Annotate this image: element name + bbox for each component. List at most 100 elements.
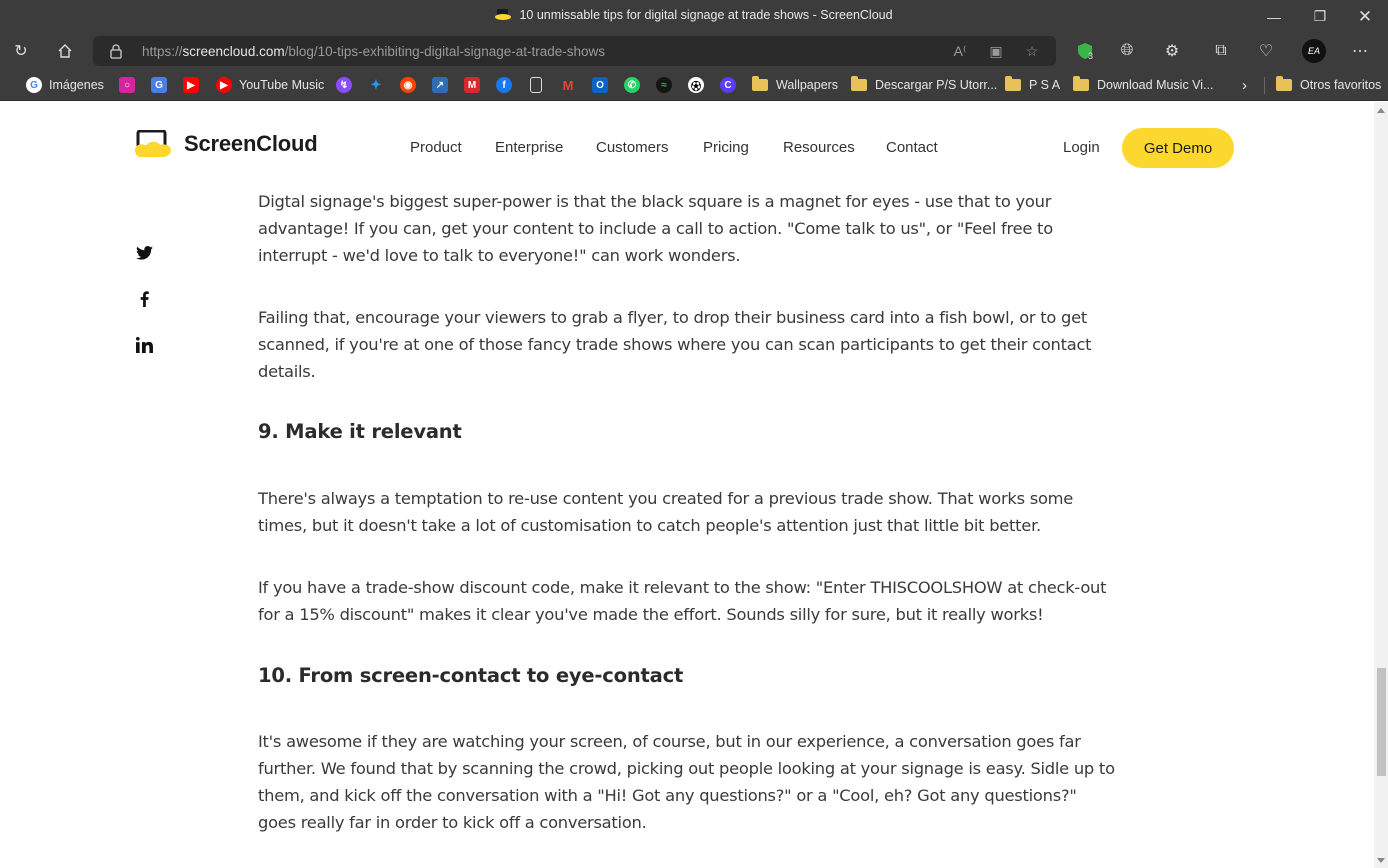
more-menu-icon[interactable]: ⋯ bbox=[1348, 39, 1372, 63]
scrollbar-thumb[interactable] bbox=[1377, 668, 1386, 776]
read-aloud-icon[interactable]: A⁽ bbox=[950, 41, 970, 61]
minimize-button[interactable]: — bbox=[1251, 0, 1297, 33]
nav-customers[interactable]: Customers bbox=[596, 139, 669, 156]
bookmark-label: Otros favoritos bbox=[1300, 78, 1382, 92]
scroll-down-arrow-icon[interactable] bbox=[1377, 858, 1385, 863]
whatsapp-icon: ✆ bbox=[624, 77, 640, 93]
extensions-icon[interactable]: ⚙ bbox=[1160, 39, 1184, 63]
nav-resources[interactable]: Resources bbox=[783, 139, 855, 156]
article-paragraph: If you have a trade-show discount code, … bbox=[258, 578, 1107, 624]
bookmark-instagram[interactable]: ○ bbox=[119, 76, 142, 94]
scroll-up-arrow-icon[interactable] bbox=[1377, 108, 1385, 113]
bookmark-reddit[interactable]: ◉ bbox=[400, 76, 423, 94]
bookmark-label: YouTube Music bbox=[239, 78, 325, 92]
screencloud-favicon-icon bbox=[495, 9, 512, 20]
facebook-share-icon[interactable] bbox=[134, 289, 154, 309]
section-heading-9: 9. Make it relevant bbox=[258, 420, 462, 443]
extension-badge: 3 bbox=[1088, 51, 1094, 61]
bookmark-messenger[interactable]: ↯ bbox=[336, 76, 359, 94]
collections-icon[interactable]: ⧉ bbox=[1209, 39, 1233, 63]
app-icon: ↗ bbox=[432, 77, 448, 93]
spotify-icon: ≈ bbox=[656, 77, 672, 93]
twitter-share-icon[interactable] bbox=[134, 243, 154, 263]
folder-icon bbox=[851, 76, 867, 91]
login-link[interactable]: Login bbox=[1063, 139, 1100, 156]
url-text[interactable]: https://screencloud.com/blog/10-tips-exh… bbox=[142, 44, 605, 59]
folder-icon bbox=[1073, 76, 1089, 91]
shield-extension-icon[interactable]: 3 bbox=[1073, 39, 1097, 63]
messenger-icon: ↯ bbox=[336, 77, 352, 93]
bookmark-label: P S A bbox=[1029, 78, 1061, 92]
bookmark-outlook[interactable]: O bbox=[592, 76, 615, 94]
window-title-container: 10 unmissable tips for digital signage a… bbox=[0, 8, 1388, 22]
immersive-reader-icon[interactable]: ▣ bbox=[986, 41, 1006, 61]
bookmark-whatsapp[interactable]: ✆ bbox=[624, 76, 647, 94]
close-window-button[interactable]: ✕ bbox=[1342, 0, 1388, 33]
bookmark-twitter[interactable]: ✦ bbox=[368, 76, 391, 94]
get-demo-button[interactable]: Get Demo bbox=[1122, 128, 1234, 168]
refresh-icon[interactable]: ↻ bbox=[9, 39, 33, 63]
bookmark-imagenes[interactable]: G Imágenes bbox=[26, 76, 104, 94]
bookmark-youtube-music[interactable]: ▶ YouTube Music bbox=[216, 76, 324, 94]
article-paragraph: It's awesome if they are watching your s… bbox=[258, 732, 1115, 832]
bookmark-soccer[interactable]: ⚽︎ bbox=[688, 76, 711, 94]
url-path: /blog/10-tips-exhibiting-digital-signage… bbox=[284, 44, 606, 59]
bookmark-other-favorites[interactable]: Otros favoritos bbox=[1276, 76, 1381, 94]
bookmark-youtube[interactable]: ▶ bbox=[183, 76, 206, 94]
outlook-icon: O bbox=[592, 77, 608, 93]
nav-contact[interactable]: Contact bbox=[886, 139, 938, 156]
folder-icon bbox=[1005, 76, 1021, 91]
url-prefix: https:// bbox=[142, 44, 183, 59]
bookmarks-overflow-chevron-icon[interactable]: › bbox=[1242, 76, 1247, 94]
bookmark-translate[interactable]: G bbox=[151, 76, 174, 94]
bookmark-label: Wallpapers bbox=[776, 78, 839, 92]
profile-avatar[interactable]: EA bbox=[1302, 39, 1326, 63]
site-header: ScreenCloud Product Enterprise Customers… bbox=[0, 102, 1374, 192]
bookmark-document[interactable] bbox=[528, 76, 549, 94]
bookmarks-bar: G Imágenes ○ G ▶ ▶ YouTube Music ↯ ✦ ◉ ↗… bbox=[0, 69, 1388, 101]
bookmark-spotify[interactable]: ≈ bbox=[656, 76, 679, 94]
web-page: Digtal signage's biggest super-power is … bbox=[0, 102, 1374, 868]
site-logo[interactable]: ScreenCloud bbox=[135, 130, 318, 157]
nav-enterprise[interactable]: Enterprise bbox=[495, 139, 563, 156]
facebook-icon: f bbox=[496, 77, 512, 93]
bookmark-label: Download Music Vi... bbox=[1097, 78, 1214, 92]
youtube-icon: ▶ bbox=[183, 77, 199, 93]
bookmark-app[interactable]: ↗ bbox=[432, 76, 455, 94]
google-translate-icon: G bbox=[151, 77, 167, 93]
window-title: 10 unmissable tips for digital signage a… bbox=[519, 8, 893, 22]
twitter-icon: ✦ bbox=[368, 77, 384, 93]
brand-name: ScreenCloud bbox=[184, 130, 318, 156]
gmail-icon: M bbox=[560, 77, 576, 93]
linkedin-share-icon[interactable] bbox=[134, 335, 154, 355]
google-icon: G bbox=[26, 77, 42, 93]
profile-initials: EA bbox=[1302, 39, 1326, 63]
bookmark-folder-wallpapers[interactable]: Wallpapers bbox=[752, 76, 838, 94]
nav-pricing[interactable]: Pricing bbox=[703, 139, 749, 156]
nav-product[interactable]: Product bbox=[410, 139, 462, 156]
bookmark-label: Imágenes bbox=[49, 78, 104, 92]
bookmark-label: Descargar P/S Utorr... bbox=[875, 78, 998, 92]
folder-icon bbox=[752, 76, 768, 91]
folder-icon bbox=[1276, 76, 1292, 91]
bookmark-folder-psa[interactable]: P S A bbox=[1005, 76, 1060, 94]
add-favorite-icon[interactable]: ☆ bbox=[1022, 41, 1042, 61]
restore-button[interactable]: ❐ bbox=[1297, 0, 1343, 33]
home-icon[interactable] bbox=[53, 39, 77, 63]
address-bar[interactable]: https://screencloud.com/blog/10-tips-exh… bbox=[93, 36, 1056, 66]
article-paragraph: Digtal signage's biggest super-power is … bbox=[258, 192, 1053, 265]
globe-icon[interactable]: 🌐︎ bbox=[1115, 39, 1139, 63]
bookmark-folder-download-music[interactable]: Download Music Vi... bbox=[1073, 76, 1214, 94]
bookmarks-divider bbox=[1264, 77, 1265, 94]
bookmark-facebook[interactable]: f bbox=[496, 76, 519, 94]
page-scrollbar[interactable] bbox=[1374, 102, 1388, 868]
url-host: screencloud.com bbox=[182, 44, 285, 59]
bookmark-app-2[interactable]: C bbox=[720, 76, 743, 94]
lock-icon bbox=[110, 44, 122, 59]
bookmark-mega[interactable]: M bbox=[464, 76, 487, 94]
mega-icon: M bbox=[464, 77, 480, 93]
bookmark-folder-descargar[interactable]: Descargar P/S Utorr... bbox=[851, 76, 997, 94]
bookmark-gmail[interactable]: M bbox=[560, 76, 583, 94]
section-heading-10: 10. From screen-contact to eye-contact bbox=[258, 664, 684, 687]
performance-icon[interactable]: ♡ bbox=[1254, 39, 1278, 63]
